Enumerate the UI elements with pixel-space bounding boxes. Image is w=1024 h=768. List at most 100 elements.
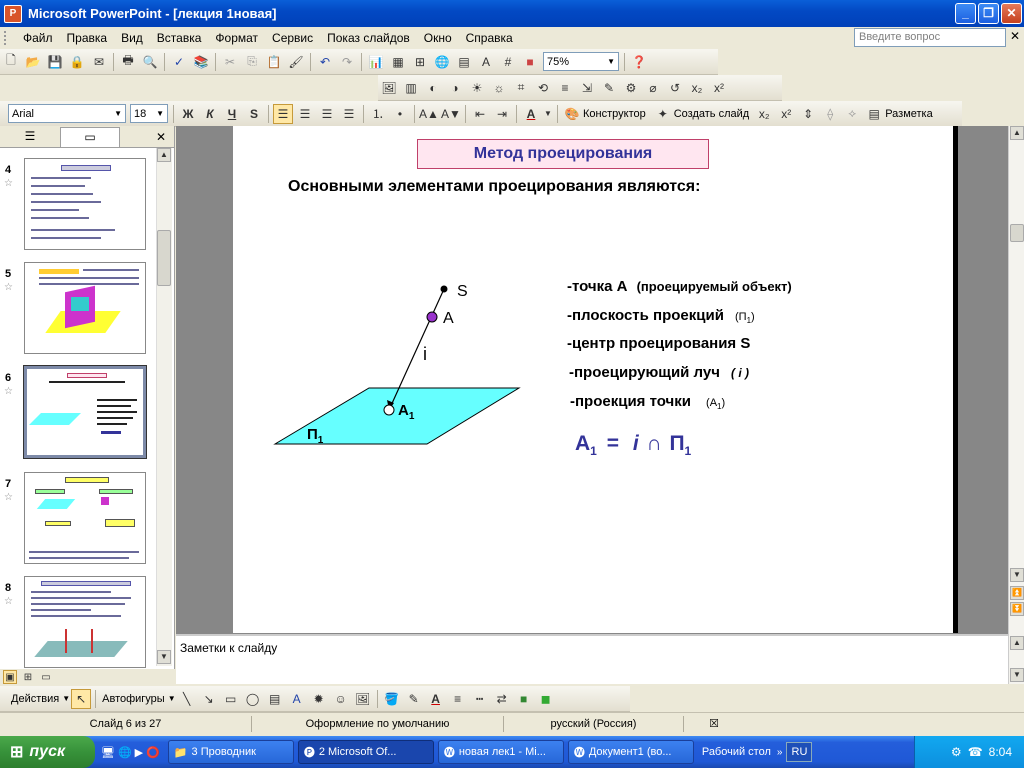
- menu-window[interactable]: Окно: [417, 29, 459, 47]
- taskbar-word-2[interactable]: 🅦 Документ1 (во...: [567, 740, 694, 764]
- slide-thumbnail-5[interactable]: [24, 262, 146, 354]
- preview-icon[interactable]: 🔍: [140, 52, 160, 72]
- taskbar-word-1[interactable]: 🅦 новая лек1 - Mi...: [437, 740, 564, 764]
- less-brightness-icon[interactable]: ☼: [489, 78, 509, 98]
- align-left-icon[interactable]: ☰: [273, 103, 293, 124]
- oval-icon[interactable]: ◯: [243, 689, 263, 709]
- open-icon[interactable]: 📂: [23, 52, 43, 72]
- crop-icon[interactable]: ⌗: [511, 78, 531, 98]
- subscript-icon[interactable]: x₂: [687, 78, 707, 98]
- slide-thumbnail-8[interactable]: [24, 576, 146, 668]
- taskbar-explorer[interactable]: 📁 3 Проводник: [167, 740, 294, 764]
- less-contrast-icon[interactable]: ◑: [445, 78, 465, 98]
- close-button[interactable]: ✕: [1001, 3, 1022, 24]
- italic-button[interactable]: К: [200, 104, 220, 124]
- opera-icon[interactable]: ⭕: [146, 746, 160, 759]
- scroll-up-icon[interactable]: ▲: [1010, 126, 1024, 140]
- clipart-icon[interactable]: ☺: [331, 689, 351, 709]
- scroll-thumb[interactable]: [1010, 224, 1024, 242]
- close-document-icon[interactable]: ✕: [1010, 29, 1020, 43]
- permission-icon[interactable]: 🔒: [67, 52, 87, 72]
- slide-thumbnail-6[interactable]: [23, 365, 147, 459]
- new-slide-button[interactable]: Создать слайд: [674, 108, 749, 120]
- font-color-icon[interactable]: A: [426, 689, 446, 709]
- shadow-button[interactable]: S: [244, 104, 264, 124]
- notes-scrollbar[interactable]: ▲ ▼: [1008, 634, 1024, 684]
- undo-icon[interactable]: ↶: [315, 52, 335, 72]
- scroll-up-icon[interactable]: ▲: [157, 148, 171, 162]
- line-style-icon[interactable]: ≡: [448, 689, 468, 709]
- more-brightness-icon[interactable]: ☀: [467, 78, 487, 98]
- tray-icon[interactable]: ⚙: [951, 745, 962, 759]
- close-pane-icon[interactable]: ✕: [156, 130, 166, 144]
- tab-slides[interactable]: ▭: [60, 126, 120, 147]
- table-icon[interactable]: ▦: [388, 52, 408, 72]
- slide-thumbnail-4[interactable]: [24, 158, 146, 250]
- restore-button[interactable]: ❐: [978, 3, 999, 24]
- clock[interactable]: 8:04: [989, 745, 1012, 759]
- rectangle-icon[interactable]: ▭: [221, 689, 241, 709]
- menu-format[interactable]: Формат: [208, 29, 265, 47]
- slideshow-view-icon[interactable]: ▭: [39, 670, 53, 684]
- line-style-icon[interactable]: ≡: [555, 78, 575, 98]
- projection-formula[interactable]: А1 = i ∩ П1: [575, 432, 691, 458]
- 3d-style-icon[interactable]: ◼: [536, 689, 556, 709]
- menu-tools[interactable]: Сервис: [265, 29, 320, 47]
- line-color-icon[interactable]: ✎: [404, 689, 424, 709]
- hyperlink-icon[interactable]: 🌐: [432, 52, 452, 72]
- insert-picture-icon[interactable]: 🖼: [379, 78, 399, 98]
- save-icon[interactable]: 💾: [45, 52, 65, 72]
- align-right-icon[interactable]: ☰: [317, 104, 337, 124]
- desktop-icon[interactable]: 🖥: [101, 746, 115, 759]
- start-button[interactable]: ⊞ пуск: [0, 736, 95, 768]
- next-slide-icon[interactable]: ⏬: [1010, 602, 1024, 616]
- scroll-thumb[interactable]: [157, 230, 171, 286]
- format-painter-icon[interactable]: 🖌: [286, 52, 306, 72]
- superscript-icon[interactable]: x²: [776, 104, 796, 124]
- fill-color-icon[interactable]: 🪣: [382, 689, 402, 709]
- slides-pane-scrollbar[interactable]: ▲ ▼: [156, 148, 172, 666]
- menu-file[interactable]: Файл: [16, 29, 60, 47]
- chart-icon[interactable]: 📊: [366, 52, 386, 72]
- arrow-style-icon[interactable]: ⇄: [492, 689, 512, 709]
- help-search-input[interactable]: Введите вопрос: [854, 28, 1006, 47]
- tables-borders-icon[interactable]: ⊞: [410, 52, 430, 72]
- recolor-icon[interactable]: ✎: [599, 78, 619, 98]
- compress-icon[interactable]: ⇲: [577, 78, 597, 98]
- menu-insert[interactable]: Вставка: [150, 29, 209, 47]
- diagram-icon[interactable]: ✹: [309, 689, 329, 709]
- color-grayscale-icon[interactable]: ■: [520, 52, 540, 72]
- print-icon[interactable]: 🖶: [118, 52, 138, 72]
- tab-outline[interactable]: ☰: [0, 127, 60, 147]
- menu-edit[interactable]: Правка: [60, 29, 115, 47]
- decrease-indent-icon[interactable]: ⇤: [470, 104, 490, 124]
- dash-style-icon[interactable]: ┅: [470, 689, 490, 709]
- minimize-button[interactable]: _: [955, 3, 976, 24]
- justify-icon[interactable]: ☰: [339, 104, 359, 124]
- font-select[interactable]: Arial ▼: [8, 104, 126, 123]
- actions-menu[interactable]: Действия: [8, 693, 62, 705]
- cut-icon[interactable]: ✂: [220, 52, 240, 72]
- ie-icon[interactable]: 🌐: [118, 746, 132, 759]
- slide-canvas[interactable]: Метод проецирования Основными элементами…: [233, 126, 953, 633]
- promote-icon[interactable]: ⇕: [798, 104, 818, 124]
- redo-icon[interactable]: ↷: [337, 52, 357, 72]
- scroll-down-icon[interactable]: ▼: [1010, 568, 1024, 582]
- chevron-down-icon[interactable]: ▼: [543, 104, 553, 124]
- language-indicator[interactable]: RU: [786, 742, 813, 762]
- slide-thumbnail-7[interactable]: [24, 472, 146, 564]
- copy-icon[interactable]: ⎘: [242, 52, 262, 72]
- paste-icon[interactable]: 📋: [264, 52, 284, 72]
- subscript-icon[interactable]: x₂: [754, 104, 774, 124]
- slide-title-box[interactable]: Метод проецирования: [417, 139, 709, 169]
- email-icon[interactable]: ✉: [89, 52, 109, 72]
- increase-font-icon[interactable]: A▲: [419, 104, 439, 124]
- numbering-icon[interactable]: ⒈: [368, 104, 388, 124]
- line-icon[interactable]: ╲: [177, 689, 197, 709]
- new-icon[interactable]: 🗋: [1, 52, 21, 72]
- menu-help[interactable]: Справка: [459, 29, 520, 47]
- shadow-style-icon[interactable]: ■: [514, 689, 534, 709]
- textbox-icon[interactable]: ▤: [265, 689, 285, 709]
- spelling-icon[interactable]: ✓: [169, 52, 189, 72]
- notes-pane[interactable]: Заметки к слайду: [176, 634, 1008, 684]
